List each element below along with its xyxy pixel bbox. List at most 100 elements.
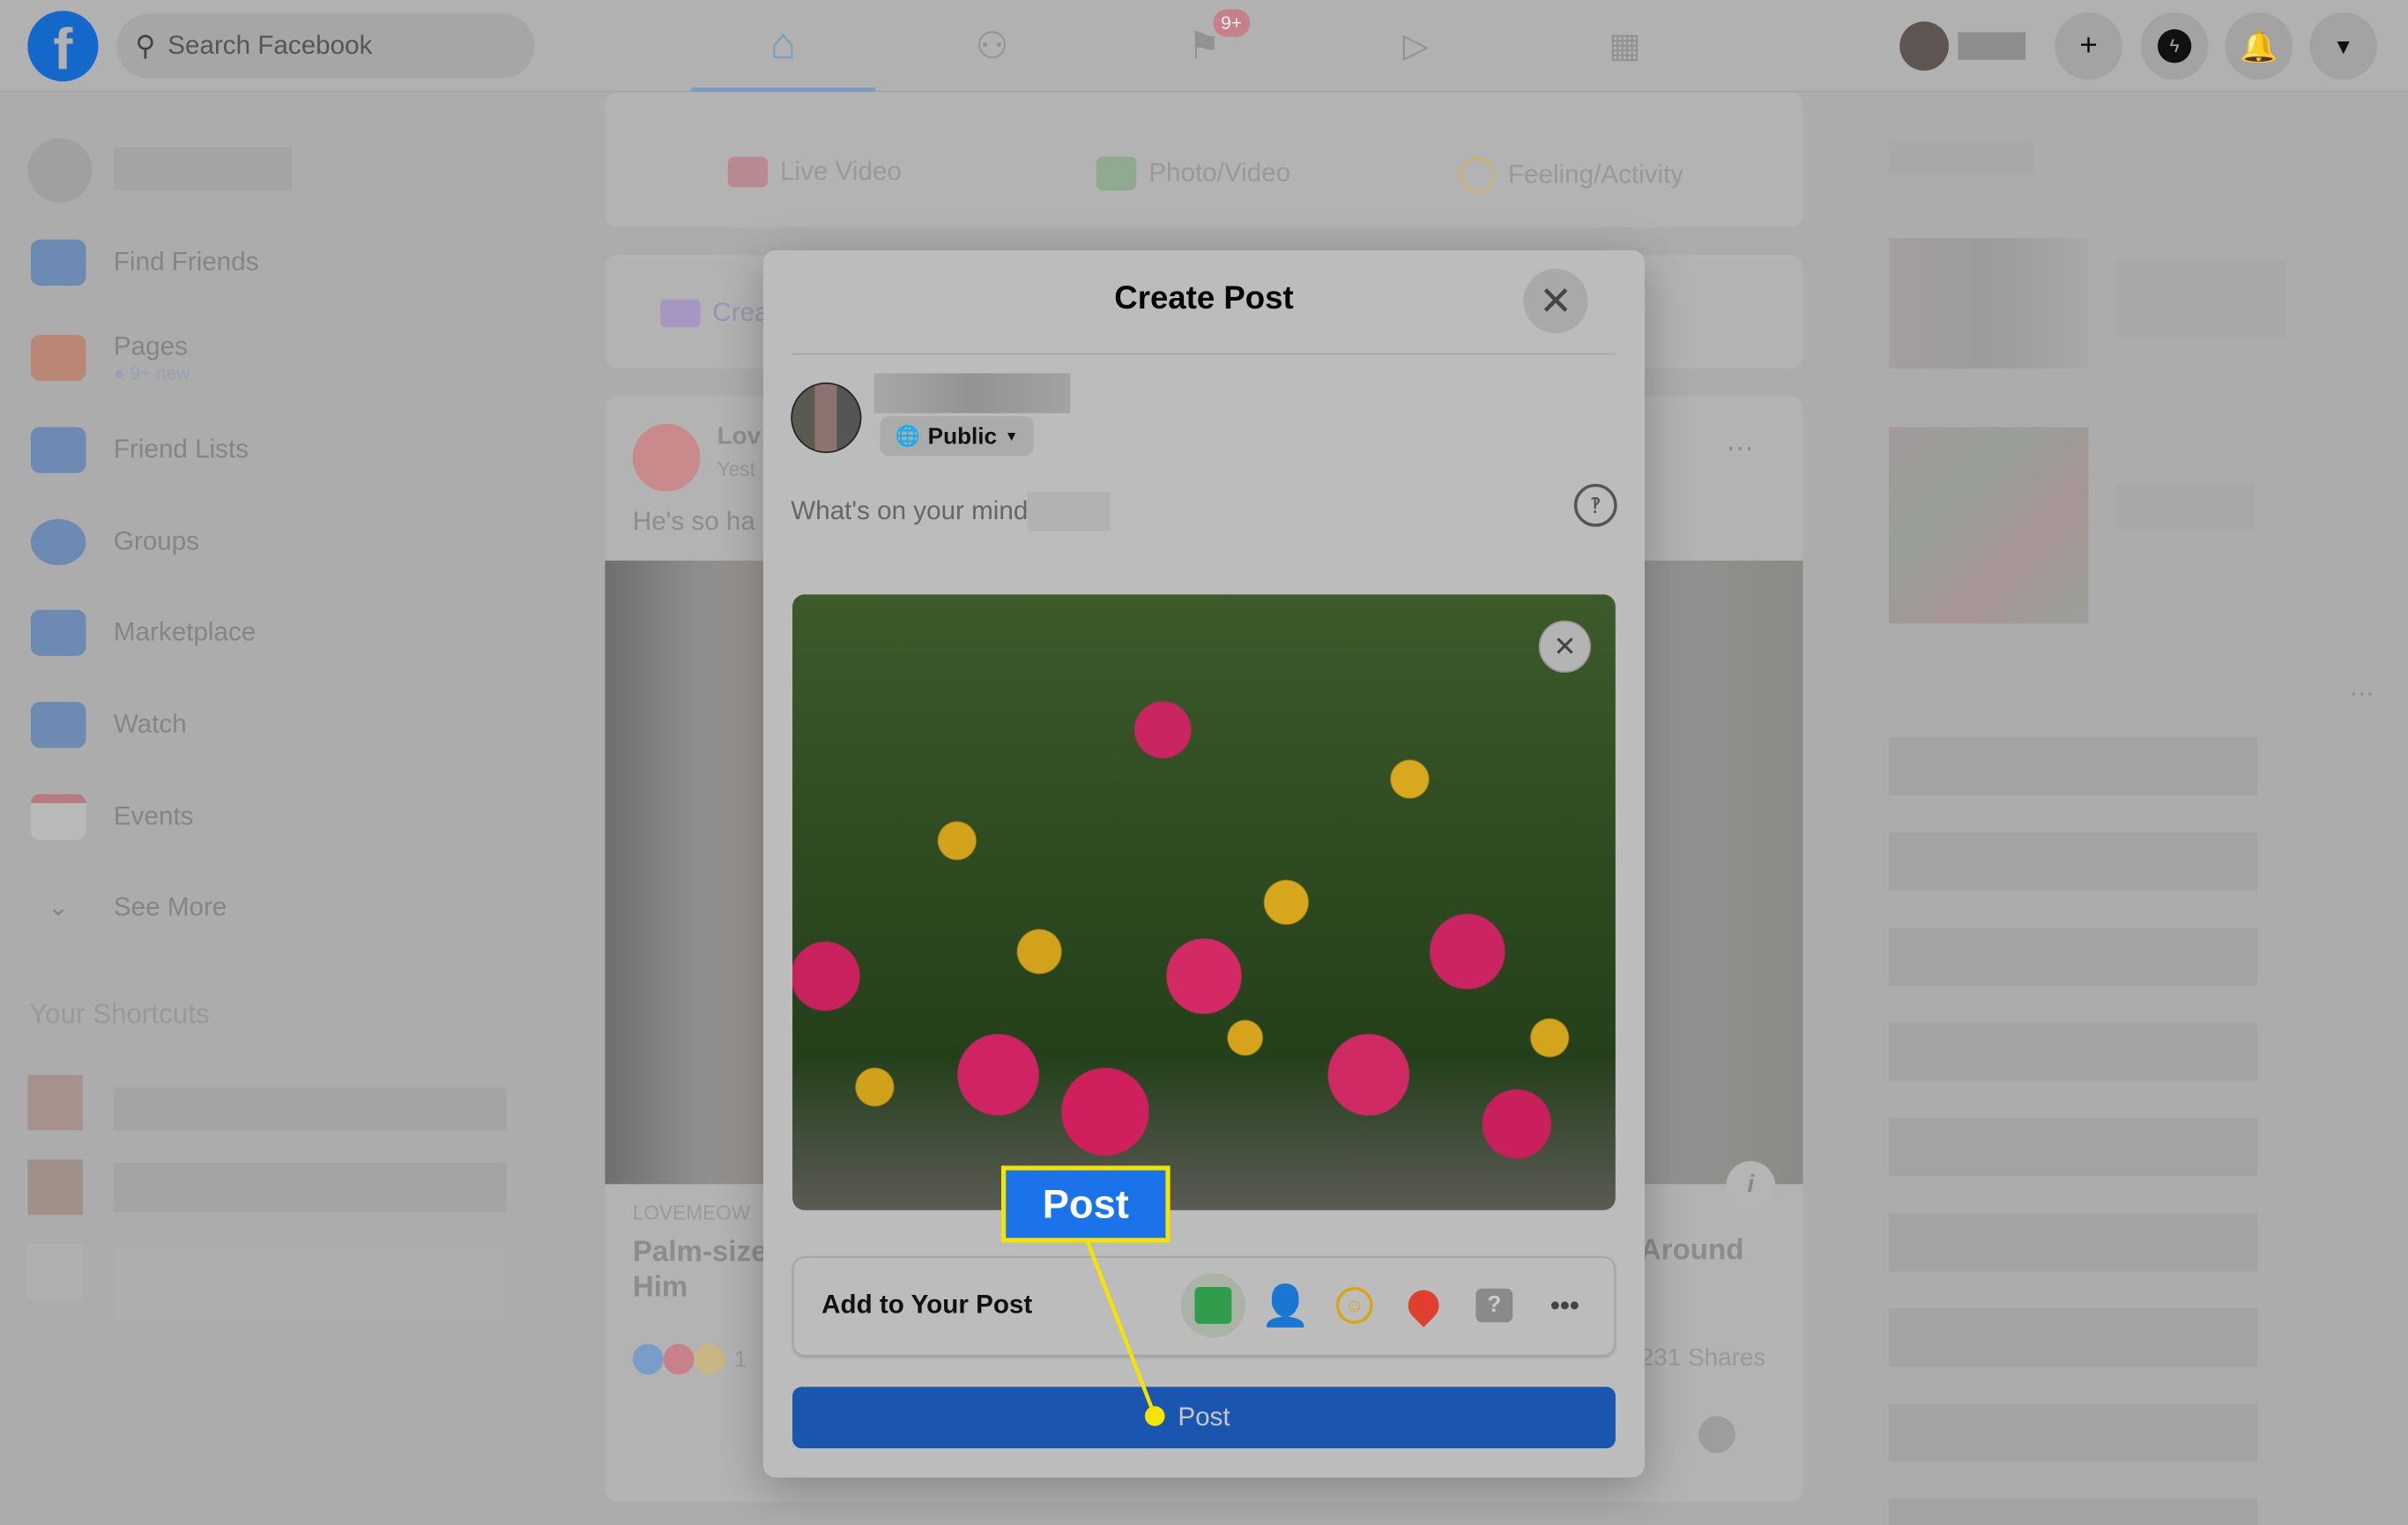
post-button[interactable]: Post: [792, 1387, 1616, 1448]
sidebar-item-pages[interactable]: Pages ● 9+ new: [30, 323, 190, 393]
search-icon: ⚲: [135, 29, 156, 61]
globe-icon: 🌐: [895, 423, 920, 448]
sidebar-item-find-friends[interactable]: Find Friends: [30, 232, 259, 294]
right-blurred-image: [1889, 238, 2089, 369]
more-options-icon[interactable]: ⋯: [2350, 679, 2375, 710]
events-icon: [30, 793, 86, 841]
shortcut-item[interactable]: [27, 1075, 507, 1137]
add-to-post-bar: Add to Your Post 👤 ☺ ? •••: [792, 1256, 1616, 1357]
account-menu-button[interactable]: ▼: [2309, 11, 2378, 80]
sidebar-see-more[interactable]: ⌄ See More: [31, 877, 227, 939]
right-blurred-image: [1889, 427, 2089, 624]
location-pin-icon: [1401, 1283, 1446, 1328]
user-avatar: [791, 382, 862, 453]
find-friends-icon: [30, 239, 86, 286]
annotation-label: Post: [1042, 1179, 1129, 1227]
remove-photo-button[interactable]: ✕: [1538, 620, 1592, 673]
check-in-button[interactable]: [1396, 1278, 1452, 1334]
sidebar-item-label: Pages: [113, 331, 188, 361]
composer-photo-video[interactable]: Photo/Video: [1096, 156, 1290, 191]
right-blurred-text: [2115, 261, 2285, 338]
post-time[interactable]: Yest: [717, 458, 755, 480]
plus-icon: +: [2079, 28, 2098, 63]
flag-icon: [30, 334, 86, 382]
page-avatar[interactable]: [632, 423, 701, 492]
link-source: LOVEMEOW: [632, 1201, 751, 1224]
tab-pages[interactable]: ⚑ 9+: [1118, 0, 1289, 93]
feeling-icon: ☺: [1335, 1287, 1373, 1324]
headline-line: Palm-size: [632, 1236, 768, 1269]
composer-card: Live Video Photo/Video Feeling/Activity: [605, 92, 1803, 227]
create-room-button[interactable]: Crea: [660, 298, 769, 329]
sidebar-profile-name-blurred[interactable]: [113, 147, 293, 191]
headline-line: Him: [632, 1271, 688, 1305]
search-placeholder: Search Facebook: [167, 30, 373, 60]
more-options-button[interactable]: •••: [1537, 1278, 1593, 1334]
post-text: He's so ha: [632, 506, 755, 537]
create-room-label: Crea: [712, 298, 769, 328]
search-input[interactable]: ⚲ Search Facebook: [116, 13, 535, 78]
photo-icon: [1194, 1287, 1232, 1324]
name-blurred: [1028, 491, 1111, 532]
composer-live-video[interactable]: Live Video: [727, 156, 902, 188]
facebook-logo[interactable]: f: [27, 11, 99, 83]
emoji-icon[interactable]: ‽: [1573, 483, 1617, 527]
notifications-button[interactable]: 🔔: [2225, 11, 2293, 80]
audience-label: Public: [927, 423, 998, 450]
sidebar-item-label: Find Friends: [113, 247, 259, 277]
add-photo-button[interactable]: [1180, 1273, 1246, 1338]
sidebar-item-events[interactable]: Events: [30, 786, 194, 848]
top-navigation-bar: f ⚲ Search Facebook ⌂ ⚇ ⚑ 9+ ▷ ▦ + ϟ 🔔 ▼: [0, 0, 2408, 93]
add-to-post-label: Add to Your Post: [821, 1290, 1033, 1320]
sidebar-item-label: Events: [113, 801, 194, 831]
close-dialog-button[interactable]: ✕: [1523, 268, 1588, 334]
create-button[interactable]: +: [2055, 11, 2122, 80]
shortcut-item[interactable]: [27, 1159, 507, 1221]
audience-selector[interactable]: 🌐 Public ▼: [880, 416, 1034, 457]
haha-icon: [694, 1343, 725, 1375]
sidebar-item-marketplace[interactable]: Marketplace: [30, 602, 256, 664]
notification-badge: 9+: [1213, 9, 1250, 37]
right-blurred-text: [2115, 483, 2255, 531]
tab-home[interactable]: ⌂: [691, 0, 876, 93]
reactions[interactable]: 1: [632, 1343, 747, 1375]
shares-count[interactable]: 231 Shares: [1640, 1345, 1766, 1372]
groups-icon: [30, 518, 86, 566]
dialog-title: Create Post: [1114, 280, 1294, 316]
feeling-button[interactable]: ☺: [1327, 1278, 1382, 1334]
sidebar-item-watch[interactable]: Watch: [30, 695, 187, 756]
info-icon[interactable]: i: [1726, 1161, 1776, 1210]
tab-friends[interactable]: ⚇: [906, 0, 1078, 93]
more-options-icon[interactable]: ⋯: [1726, 433, 1753, 465]
messenger-button[interactable]: ϟ: [2140, 11, 2209, 80]
contacts-list: [1889, 737, 2258, 1525]
sidebar-item-label: Friend Lists: [113, 435, 249, 465]
feeling-label: Feeling/Activity: [1507, 160, 1684, 190]
sidebar-profile-avatar[interactable]: [27, 138, 93, 203]
sidebar-item-label: Watch: [113, 709, 187, 740]
tab-marketplace[interactable]: ▦: [1539, 0, 1711, 93]
dialog-divider: [792, 353, 1616, 355]
friends-icon: ⚇: [975, 25, 1009, 67]
bell-icon: 🔔: [2240, 29, 2278, 64]
profile-avatar[interactable]: [1899, 21, 1949, 71]
composer-feeling[interactable]: Feeling/Activity: [1459, 156, 1684, 194]
ask-recommendations-button[interactable]: ?: [1467, 1278, 1522, 1334]
profile-name-blurred[interactable]: [1958, 32, 2026, 60]
sidebar-item-groups[interactable]: Groups: [30, 511, 199, 573]
post-text-input[interactable]: What's on your mind: [791, 484, 1558, 539]
post-text-placeholder: What's on your mind: [791, 495, 1029, 525]
audience-selector-icon[interactable]: [1698, 1416, 1735, 1454]
home-icon: ⌂: [769, 19, 797, 67]
sidebar-item-friend-lists[interactable]: Friend Lists: [30, 420, 249, 481]
shortcut-item[interactable]: [27, 1244, 507, 1321]
post-author[interactable]: Lov: [717, 424, 762, 451]
close-icon: ✕: [1538, 277, 1572, 324]
link-headline[interactable]: Palm-size Him: [633, 1235, 768, 1306]
marketplace-icon: ▦: [1609, 26, 1641, 65]
more-dots-icon: •••: [1550, 1289, 1579, 1320]
tag-people-button[interactable]: 👤: [1258, 1278, 1313, 1334]
caret-down-icon: ▼: [2332, 33, 2354, 59]
messenger-icon: ϟ: [2157, 29, 2192, 63]
tab-watch[interactable]: ▷: [1330, 0, 1502, 93]
